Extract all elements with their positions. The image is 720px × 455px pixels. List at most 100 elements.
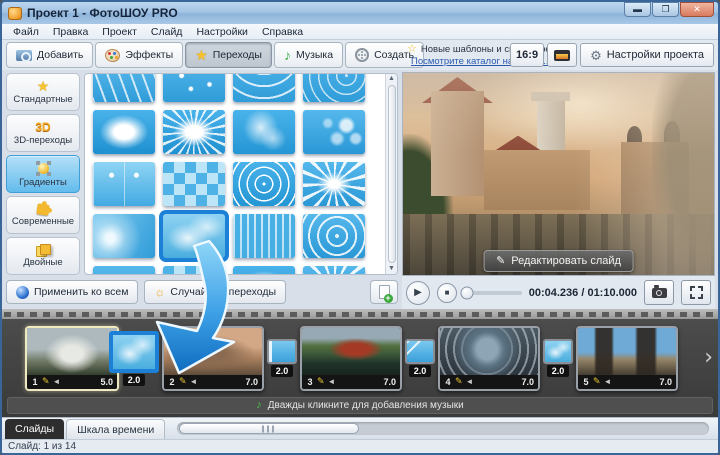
transition-thumb-bokeh[interactable] bbox=[303, 110, 365, 154]
playback-controls: ▶ ■ 00:04.236 / 01:10.000 bbox=[402, 276, 715, 309]
transition-thumb-ripple[interactable] bbox=[303, 214, 365, 258]
pencil-icon[interactable]: ✎ bbox=[593, 377, 601, 386]
pencil-icon[interactable]: ✎ bbox=[42, 377, 50, 386]
promo-line-2[interactable]: Посмотрите каталог на сайте... bbox=[407, 56, 507, 67]
transition-thumb-sparkle[interactable] bbox=[93, 266, 155, 274]
tab-slides[interactable]: Слайды bbox=[5, 419, 64, 439]
scroll-up-icon[interactable]: ▲ bbox=[388, 75, 395, 83]
maximize-button[interactable]: ❐ bbox=[652, 2, 679, 17]
slide-thumbnail bbox=[578, 328, 676, 375]
main-area: ★ Стандартные 3D 3D-переходы Градиенты С… bbox=[2, 70, 718, 309]
scroll-right-icon[interactable]: › bbox=[704, 347, 713, 369]
scrollbar-thumb[interactable] bbox=[388, 85, 396, 263]
timeline-slide-1[interactable]: 1 ✎ ◄ 5.0 bbox=[25, 326, 119, 391]
timeline-slide-2[interactable]: 2 ✎ ◄ 7.0 bbox=[162, 326, 264, 391]
timeline-scrollbar[interactable] bbox=[177, 422, 709, 435]
timeline-slide-5[interactable]: 5 ✎ ◄ 7.0 bbox=[576, 326, 678, 391]
transition-thumb-swirl[interactable] bbox=[233, 266, 295, 274]
transition-thumb-ripple-sm[interactable] bbox=[303, 73, 365, 102]
add-transition-button[interactable] bbox=[370, 280, 398, 304]
transition-thumb-rain[interactable] bbox=[233, 214, 295, 258]
tab-add[interactable]: Добавить bbox=[6, 42, 93, 68]
speaker-icon[interactable]: ◄ bbox=[466, 378, 474, 386]
music-note-icon: ♪ bbox=[284, 48, 291, 62]
menu-settings[interactable]: Настройки bbox=[189, 26, 255, 38]
double-slides-icon bbox=[36, 244, 50, 256]
pencil-icon: ✎ bbox=[496, 256, 505, 267]
transition-thumb-corners[interactable] bbox=[93, 162, 155, 206]
transition-thumb-spiral[interactable] bbox=[233, 162, 295, 206]
tab-music[interactable]: ♪ Музыка bbox=[274, 42, 343, 68]
category-label: 3D-переходы bbox=[14, 135, 72, 146]
apply-to-all-button[interactable]: Применить ко всем bbox=[6, 280, 138, 304]
transitions-grid-container: ▲ ▼ bbox=[84, 73, 398, 275]
category-double[interactable]: Двойные bbox=[6, 237, 80, 275]
promo-text: Новые шаблоны и спецэффекты bbox=[421, 44, 566, 55]
speaker-icon[interactable]: ◄ bbox=[53, 378, 61, 386]
speaker-icon[interactable]: ◄ bbox=[328, 378, 336, 386]
transition-duration: 2.0 bbox=[547, 365, 570, 377]
transition-thumb-smoke[interactable] bbox=[233, 110, 295, 154]
aspect-ratio-button[interactable]: 16:9 bbox=[510, 43, 544, 67]
close-button[interactable]: ✕ bbox=[680, 2, 714, 17]
timeline-slide-3[interactable]: 3 ✎ ◄ 7.0 bbox=[300, 326, 402, 391]
project-settings-button[interactable]: ⚙ Настройки проекта bbox=[580, 43, 714, 67]
fullscreen-button[interactable] bbox=[681, 280, 711, 305]
transition-thumb-beam[interactable] bbox=[93, 214, 155, 258]
pencil-icon[interactable]: ✎ bbox=[317, 377, 325, 386]
transition-thumb-clouds[interactable] bbox=[163, 214, 225, 258]
menu-slide[interactable]: Слайд bbox=[144, 26, 190, 38]
preview-image: ✎ Редактировать слайд bbox=[402, 72, 715, 276]
seek-bar[interactable] bbox=[464, 291, 522, 295]
speaker-icon[interactable]: ◄ bbox=[604, 378, 612, 386]
category-standard[interactable]: ★ Стандартные bbox=[6, 73, 80, 111]
random-transitions-button[interactable]: ☼ Случайные переходы bbox=[144, 280, 286, 304]
transition-thumb-swirl[interactable] bbox=[93, 110, 155, 154]
category-label: Двойные bbox=[23, 257, 62, 268]
menu-help[interactable]: Справка bbox=[255, 26, 310, 38]
star-icon: ★ bbox=[195, 48, 208, 62]
timeline-transition-1[interactable]: 2.0 bbox=[109, 331, 159, 386]
tab-effects[interactable]: Эффекты bbox=[95, 42, 183, 68]
timeline-transition-4[interactable]: 2.0 bbox=[543, 339, 573, 377]
pencil-icon[interactable]: ✎ bbox=[455, 377, 463, 386]
transition-thumbnail bbox=[405, 339, 435, 364]
menu-file[interactable]: Файл bbox=[6, 26, 46, 38]
category-gradients[interactable]: Градиенты bbox=[6, 155, 80, 193]
snapshot-button[interactable] bbox=[644, 280, 674, 305]
view-tabs: Слайды Шкала времени bbox=[2, 417, 718, 439]
speaker-icon[interactable]: ◄ bbox=[190, 378, 198, 386]
seek-handle[interactable] bbox=[461, 286, 474, 299]
transition-thumb-sparkle[interactable] bbox=[163, 73, 225, 102]
transition-thumb-streaks[interactable] bbox=[93, 73, 155, 102]
project-settings-label: Настройки проекта bbox=[607, 49, 704, 61]
menu-project[interactable]: Проект bbox=[95, 26, 144, 38]
timeline-transition-2[interactable]: 2.0 bbox=[267, 339, 297, 377]
pencil-icon[interactable]: ✎ bbox=[179, 377, 187, 386]
timeline-transition-3[interactable]: 2.0 bbox=[405, 339, 435, 377]
transition-thumb-rays[interactable] bbox=[303, 162, 365, 206]
edit-slide-button[interactable]: ✎ Редактировать слайд bbox=[483, 250, 634, 272]
slide-duration: 7.0 bbox=[521, 377, 534, 387]
category-3d[interactable]: 3D 3D-переходы bbox=[6, 114, 80, 152]
camera-icon bbox=[16, 50, 32, 61]
tab-transitions[interactable]: ★ Переходы bbox=[185, 42, 272, 68]
play-button[interactable]: ▶ bbox=[406, 281, 430, 305]
tab-timescale[interactable]: Шкала времени bbox=[66, 419, 165, 439]
screen-mode-button[interactable] bbox=[547, 43, 577, 67]
scrollbar-thumb[interactable] bbox=[179, 423, 359, 434]
grid-scrollbar[interactable]: ▲ ▼ bbox=[385, 74, 397, 274]
transition-thumb-arc[interactable] bbox=[233, 73, 295, 102]
transition-thumb-checker[interactable] bbox=[163, 266, 225, 274]
stop-button[interactable]: ■ bbox=[437, 283, 457, 303]
transition-thumb-burst[interactable] bbox=[163, 110, 225, 154]
minimize-button[interactable]: ▬ bbox=[624, 2, 651, 17]
top-toolbar: Добавить Эффекты ★ Переходы ♪ Музыка Соз… bbox=[2, 40, 718, 70]
transition-thumb-rays[interactable] bbox=[303, 266, 365, 274]
scroll-down-icon[interactable]: ▼ bbox=[388, 265, 395, 273]
timeline-slide-4[interactable]: 4 ✎ ◄ 7.0 bbox=[438, 326, 540, 391]
menu-edit[interactable]: Правка bbox=[46, 26, 95, 38]
music-hint-bar[interactable]: ♪ Дважды кликните для добавления музыки bbox=[7, 397, 713, 414]
category-modern[interactable]: Современные bbox=[6, 196, 80, 234]
transition-thumb-checker[interactable] bbox=[163, 162, 225, 206]
